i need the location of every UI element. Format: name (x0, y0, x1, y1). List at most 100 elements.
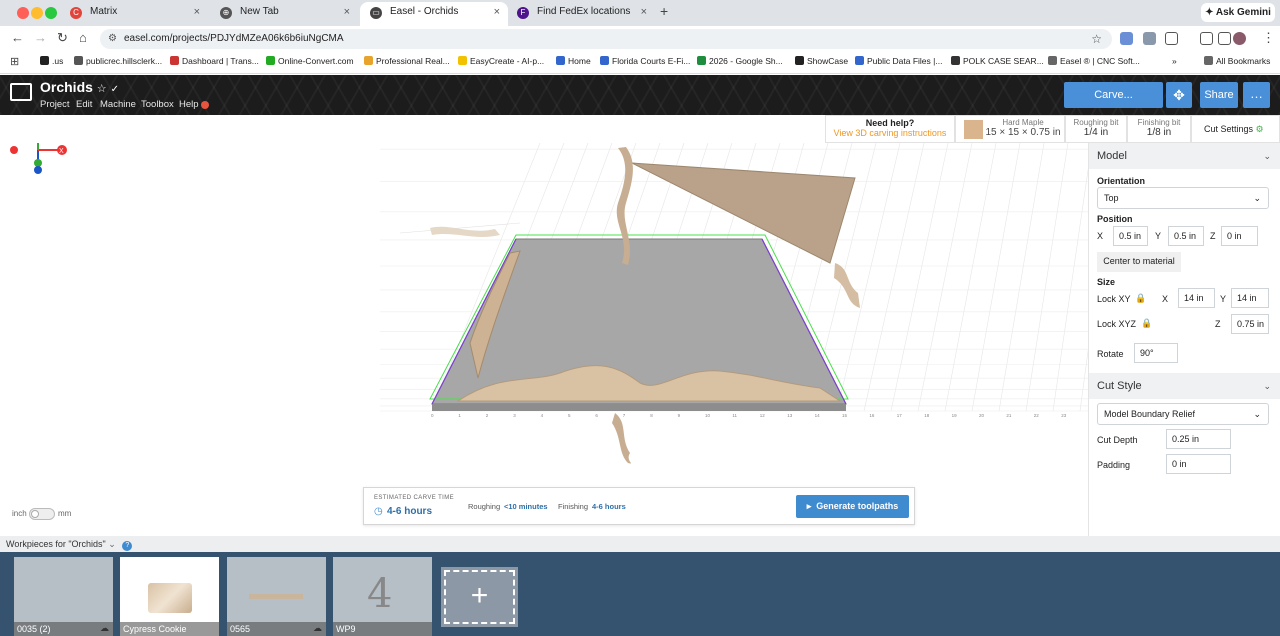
workpiece-thumbnail[interactable]: 4 WP9 (333, 557, 432, 636)
close-tab-icon[interactable]: × (494, 2, 500, 22)
chevron-down-icon[interactable]: ⌄ (108, 539, 116, 549)
grid-line (971, 143, 1021, 412)
back-icon[interactable]: ← (11, 30, 24, 45)
close-window-button[interactable] (17, 7, 29, 19)
chat-icon[interactable]: … (1243, 82, 1270, 108)
bookmark-item[interactable]: Public Data Files |... (855, 56, 942, 66)
bookmark-item[interactable]: Home (556, 56, 591, 66)
position-z-input[interactable]: 0 in (1221, 226, 1258, 246)
axis-gizmo[interactable]: Z X (10, 143, 67, 174)
browser-tab[interactable]: C Matrix × (60, 2, 208, 26)
bookmark-item[interactable]: POLK CASE SEAR... (951, 56, 1044, 66)
site-info-icon[interactable]: ⚙ (108, 29, 117, 49)
close-tab-icon[interactable]: × (194, 2, 200, 22)
lock-xyz-icon[interactable]: 🔒 (1141, 318, 1152, 329)
download-icon[interactable] (1218, 32, 1231, 45)
close-tab-icon[interactable]: × (641, 2, 647, 22)
grid-line (890, 143, 949, 412)
bookmark-item[interactable]: .us (40, 56, 63, 66)
3d-viewport[interactable]: Z X 012345678910111213141516171819202122… (0, 143, 1088, 536)
bookmarks-overflow-button[interactable]: » (1172, 56, 1177, 66)
finishing-bit-label: Finishing bit (1137, 118, 1181, 127)
bookmark-label: Online-Convert.com (278, 56, 354, 66)
browser-menu-icon[interactable]: ⋮ (1262, 30, 1275, 46)
menu-edit[interactable]: Edit (76, 99, 92, 110)
new-tab-button[interactable]: + (660, 3, 668, 19)
bookmark-item[interactable]: 2026 - Google Sh... (697, 56, 783, 66)
bookmark-item[interactable]: Florida Courts E-Fi... (600, 56, 690, 66)
bookmark-item[interactable]: EasyCreate - AI-p... (458, 56, 544, 66)
browser-tab[interactable]: F Find FedEx locations × (507, 2, 655, 26)
menu-toolbox[interactable]: Toolbox (141, 99, 174, 110)
ruler-tick-label: 9 (678, 413, 681, 418)
material-front-edge (432, 404, 846, 411)
bookmark-star-icon[interactable]: ☆ (1091, 29, 1102, 49)
workpiece-thumbnail[interactable]: Cypress Cookie (120, 557, 219, 636)
bookmark-item[interactable]: Dashboard | Trans... (170, 56, 259, 66)
bookmark-label: EasyCreate - AI-p... (470, 56, 545, 66)
easel-logo-icon[interactable] (10, 83, 32, 101)
carve-button[interactable]: Carve... (1064, 82, 1163, 108)
browser-tab[interactable]: ⊕ New Tab × (210, 2, 358, 26)
size-y-input[interactable]: 14 in (1231, 288, 1269, 308)
workpiece-label: WP9 (333, 622, 432, 636)
translate-extension-icon[interactable] (1120, 32, 1133, 45)
add-workpiece-button[interactable]: + (441, 567, 518, 627)
cut-style-section-header[interactable]: Cut Style ⌄ (1089, 373, 1280, 399)
move-icon[interactable]: ✥ (1166, 82, 1192, 108)
bookmark-item[interactable]: Online-Convert.com (266, 56, 354, 66)
reload-icon[interactable]: ↻ (57, 30, 68, 46)
side-panel-icon[interactable] (1200, 32, 1213, 45)
close-tab-icon[interactable]: × (344, 2, 350, 22)
home-icon[interactable]: ⌂ (79, 30, 87, 45)
extension-icon[interactable] (1143, 32, 1156, 45)
profile-avatar[interactable] (1233, 32, 1246, 45)
ask-gemini-button[interactable]: ✦ Ask Gemini (1201, 3, 1275, 22)
bookmark-item[interactable]: publicrec.hillsclerk... (74, 56, 162, 66)
address-bar[interactable]: ⚙ easel.com/projects/PDJYdMZeA06k6b6iuNg… (100, 29, 1112, 49)
model-section-header[interactable]: Model ⌄ (1089, 143, 1280, 169)
puzzle-extension-icon[interactable] (1165, 32, 1178, 45)
all-bookmarks-button[interactable]: All Bookmarks (1204, 56, 1270, 66)
browser-tab[interactable]: ▭ Easel - Orchids × (360, 2, 508, 26)
roughing-time-label: Roughing (468, 502, 501, 511)
size-x-label: X (1162, 294, 1169, 304)
orientation-select[interactable]: Top ⌄ (1097, 187, 1269, 209)
cut-depth-label: Cut Depth (1097, 435, 1138, 445)
size-x-input[interactable]: 14 in (1178, 288, 1215, 308)
project-title[interactable]: Orchids ☆ ✓ (40, 79, 119, 95)
apps-grid-icon[interactable]: ⊞ (10, 55, 19, 68)
padding-input[interactable]: 0 in (1166, 454, 1231, 474)
material-selector[interactable]: Hard Maple 15 × 15 × 0.75 in (955, 115, 1065, 143)
padding-label: Padding (1097, 460, 1131, 470)
menu-project[interactable]: Project (40, 99, 70, 110)
workpiece-thumbnail[interactable]: 0035 (2) ☁ (14, 557, 113, 636)
position-y-input[interactable]: 0.5 in (1168, 226, 1204, 246)
workpiece-thumbnail[interactable]: 0565 ☁ (227, 557, 326, 636)
bookmark-item[interactable]: Easel ® | CNC Soft... (1048, 56, 1140, 66)
forward-icon[interactable]: → (34, 30, 47, 45)
rotate-input[interactable]: 90° (1134, 343, 1178, 363)
position-x-input[interactable]: 0.5 in (1113, 226, 1148, 246)
ruler-tick-label: 6 (595, 413, 598, 418)
cut-style-select[interactable]: Model Boundary Relief ⌄ (1097, 403, 1269, 425)
lock-xy-icon[interactable]: 🔒 (1135, 293, 1146, 304)
size-z-input[interactable]: 0.75 in (1231, 314, 1269, 334)
share-button[interactable]: Share (1200, 82, 1238, 108)
menu-machine[interactable]: Machine (100, 99, 136, 110)
maximize-window-button[interactable] (45, 7, 57, 19)
units-toggle[interactable] (29, 508, 55, 520)
finishing-bit-selector[interactable]: Finishing bit 1/8 in (1127, 115, 1191, 143)
cut-depth-input[interactable]: 0.25 in (1166, 429, 1231, 449)
favorite-star-icon[interactable]: ☆ (97, 83, 107, 95)
view-instructions-link[interactable]: View 3D carving instructions (826, 128, 954, 138)
menu-help[interactable]: Help (179, 99, 199, 110)
bookmark-item[interactable]: Professional Real... (364, 56, 450, 66)
center-to-material-button[interactable]: Center to material (1097, 252, 1181, 272)
bookmark-item[interactable]: ShowCase (795, 56, 848, 66)
minimize-window-button[interactable] (31, 7, 43, 19)
cut-settings-button[interactable]: Cut Settings ⚙ (1191, 115, 1280, 143)
generate-toolpaths-button[interactable]: ▸ Generate toolpaths (796, 495, 909, 518)
help-icon[interactable]: ? (122, 541, 133, 551)
roughing-bit-selector[interactable]: Roughing bit 1/4 in (1065, 115, 1127, 143)
